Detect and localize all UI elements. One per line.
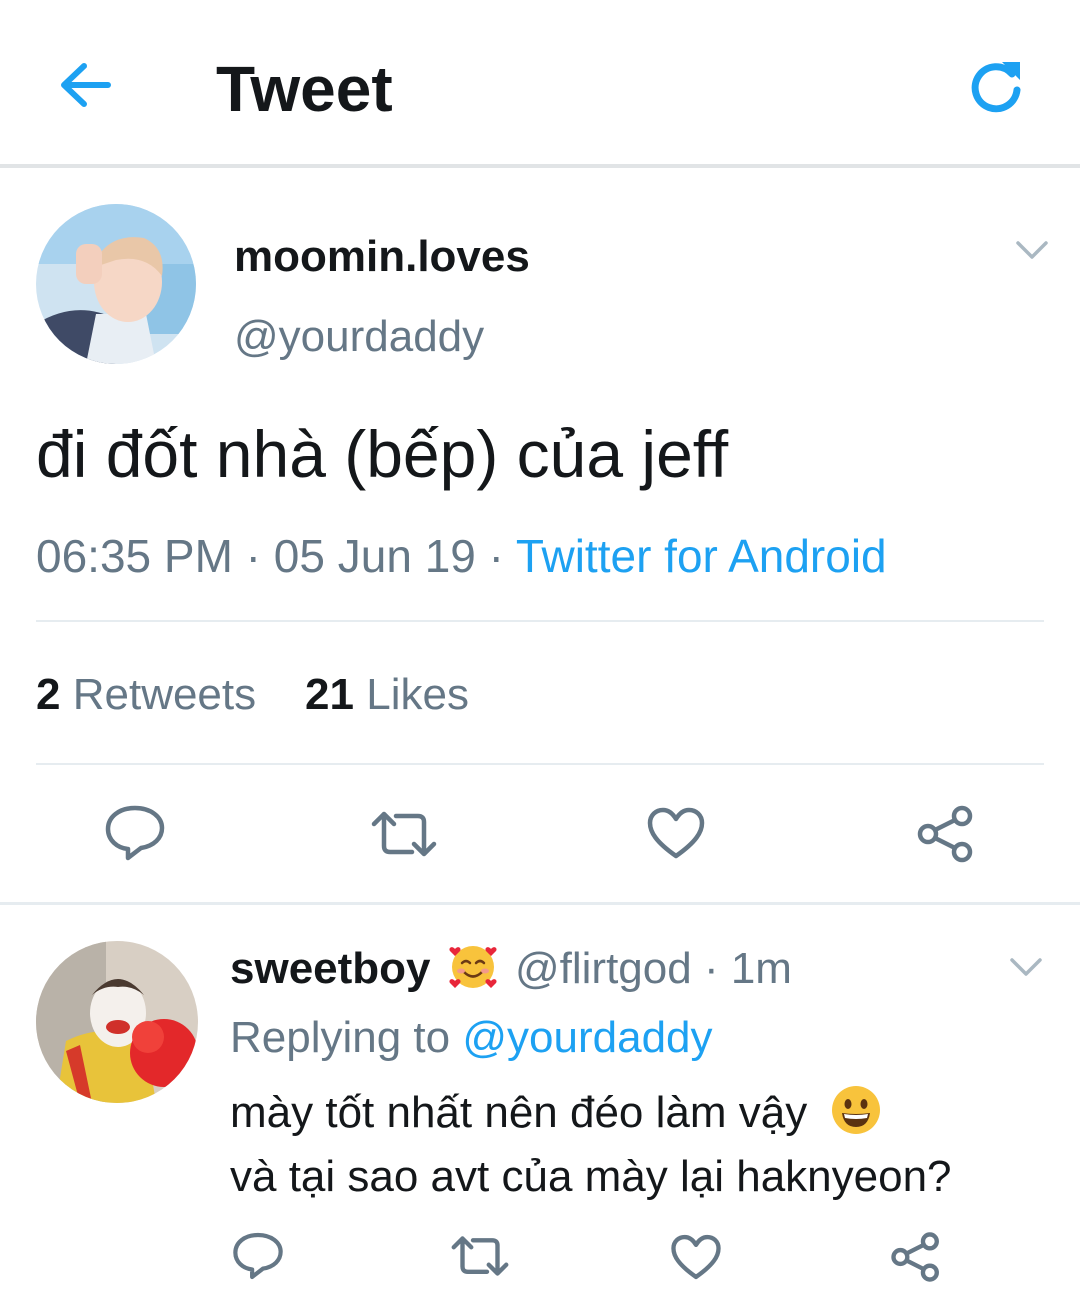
reply-time: 1m <box>730 944 792 993</box>
author-name[interactable]: moomin.loves <box>234 232 530 282</box>
refresh-icon[interactable] <box>966 56 1026 116</box>
share-icon[interactable] <box>890 1231 942 1283</box>
reply-text: mày tốt nhất nên đéo làm vậy và tại sao … <box>230 1081 952 1209</box>
reply-icon[interactable] <box>232 1231 284 1281</box>
reply-author-name[interactable]: sweetboy <box>230 944 431 993</box>
retweet-icon[interactable] <box>450 1235 510 1277</box>
divider <box>36 620 1044 622</box>
smiling-face-with-hearts-icon <box>449 946 497 988</box>
meta-separator: · <box>691 944 731 993</box>
replying-prefix: Replying to <box>230 1013 451 1062</box>
heart-icon[interactable] <box>646 806 706 860</box>
retweets-stat[interactable]: 2 Retweets <box>36 670 256 719</box>
meta-separator: · <box>475 530 516 582</box>
share-icon[interactable] <box>916 804 976 864</box>
likes-count: 21 <box>305 670 354 719</box>
reply-icon[interactable] <box>104 804 166 862</box>
heart-icon[interactable] <box>670 1233 722 1281</box>
chevron-down-icon[interactable] <box>1008 955 1044 979</box>
top-bar: Tweet <box>0 0 1080 168</box>
likes-stat[interactable]: 21 Likes <box>305 670 469 719</box>
reply-tweet[interactable]: sweetboy @flirtgod · 1m Replying to @you… <box>0 905 1080 1313</box>
main-tweet: moomin.loves @yourdaddy đi đốt nhà (bếp)… <box>0 172 1080 902</box>
avatar[interactable] <box>36 204 196 364</box>
reply-header: sweetboy @flirtgod · 1m <box>230 939 792 996</box>
reply-text-line-2: và tại sao avt của mày lại haknyeon? <box>230 1152 952 1201</box>
tweet-time: 06:35 PM <box>36 530 233 582</box>
retweets-label: Retweets <box>72 670 257 719</box>
author-handle[interactable]: @yourdaddy <box>234 312 484 362</box>
meta-separator: · <box>232 530 274 582</box>
arrow-left-icon[interactable] <box>56 58 116 112</box>
grinning-face-icon <box>832 1086 881 1134</box>
replying-to: Replying to @yourdaddy <box>230 1011 713 1065</box>
tweet-source-link[interactable]: Twitter for Android <box>516 530 887 582</box>
tweet-meta: 06:35 PM · 05 Jun 19 · Twitter for Andro… <box>36 530 887 582</box>
retweet-icon[interactable] <box>370 810 438 858</box>
replying-mention-link[interactable]: @yourdaddy <box>462 1013 712 1062</box>
page-title: Tweet <box>216 53 393 125</box>
reply-author-handle[interactable]: @flirtgod <box>515 944 692 993</box>
reply-text-line-1: mày tốt nhất nên đéo làm vậy <box>230 1088 808 1137</box>
retweets-count: 2 <box>36 670 61 719</box>
chevron-down-icon[interactable] <box>1014 238 1050 262</box>
divider <box>36 763 1044 765</box>
avatar[interactable] <box>36 941 198 1103</box>
likes-label: Likes <box>366 670 469 719</box>
tweet-date: 05 Jun 19 <box>273 530 476 582</box>
tweet-text: đi đốt nhà (bếp) của jeff <box>36 417 729 491</box>
tweet-stats: 2 Retweets 21 Likes <box>36 670 469 720</box>
